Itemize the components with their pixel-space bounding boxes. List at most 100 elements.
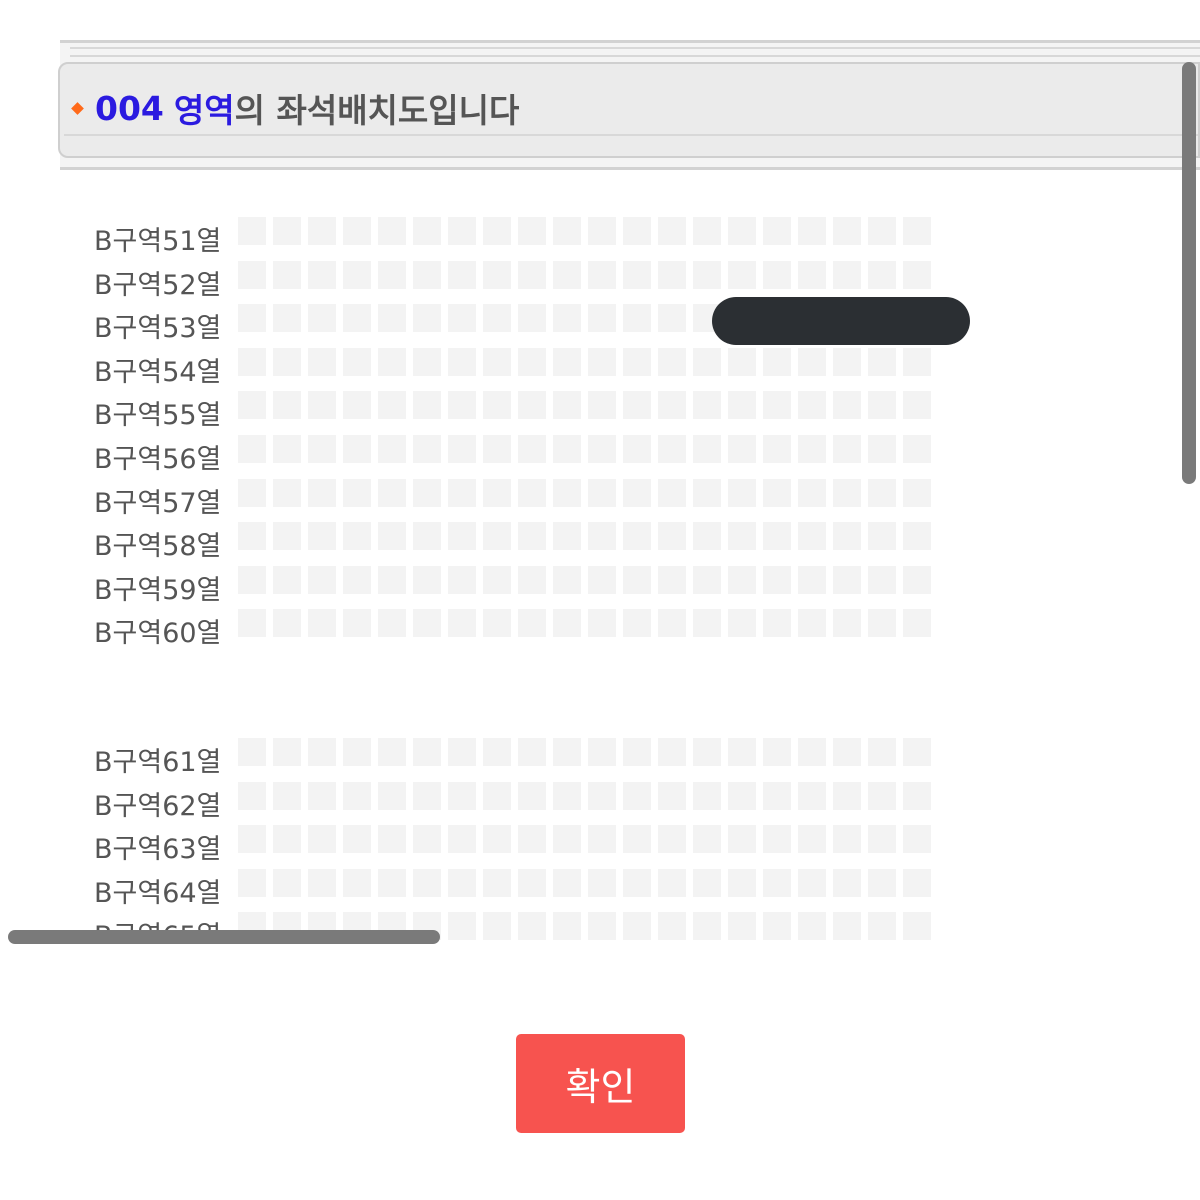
seat[interactable] [483, 391, 511, 419]
seat[interactable] [378, 435, 406, 463]
seat[interactable] [413, 217, 441, 245]
seat[interactable] [553, 782, 581, 810]
seat[interactable] [343, 479, 371, 507]
seat[interactable] [693, 348, 721, 376]
seat[interactable] [588, 304, 616, 332]
seat[interactable] [763, 479, 791, 507]
seat[interactable] [273, 522, 301, 550]
seat[interactable] [273, 782, 301, 810]
seat[interactable] [553, 912, 581, 940]
seat[interactable] [763, 522, 791, 550]
seat[interactable] [833, 825, 861, 853]
seat[interactable] [553, 217, 581, 245]
seat[interactable] [483, 912, 511, 940]
seat[interactable] [553, 609, 581, 637]
seat[interactable] [588, 435, 616, 463]
seat[interactable] [623, 738, 651, 766]
seat[interactable] [378, 348, 406, 376]
seat[interactable] [238, 869, 266, 897]
seat[interactable] [553, 261, 581, 289]
seat[interactable] [798, 912, 826, 940]
seat[interactable] [623, 435, 651, 463]
seat[interactable] [693, 479, 721, 507]
seat[interactable] [798, 479, 826, 507]
seat[interactable] [693, 738, 721, 766]
seat[interactable] [448, 261, 476, 289]
seat[interactable] [518, 391, 546, 419]
seat[interactable] [238, 782, 266, 810]
seat[interactable] [833, 522, 861, 550]
seat[interactable] [308, 566, 336, 594]
seat[interactable] [658, 479, 686, 507]
seat[interactable] [763, 869, 791, 897]
seat[interactable] [448, 304, 476, 332]
seat[interactable] [483, 738, 511, 766]
seat[interactable] [413, 566, 441, 594]
seat[interactable] [588, 912, 616, 940]
seat[interactable] [343, 566, 371, 594]
seat[interactable] [693, 869, 721, 897]
seat[interactable] [308, 522, 336, 550]
seat[interactable] [798, 738, 826, 766]
seat[interactable] [308, 348, 336, 376]
seat[interactable] [343, 825, 371, 853]
seat[interactable] [273, 609, 301, 637]
seat[interactable] [518, 435, 546, 463]
seat[interactable] [343, 304, 371, 332]
seat[interactable] [833, 869, 861, 897]
seat[interactable] [343, 609, 371, 637]
seat[interactable] [273, 435, 301, 463]
seat[interactable] [868, 738, 896, 766]
seat[interactable] [798, 261, 826, 289]
seat[interactable] [693, 609, 721, 637]
seat[interactable] [903, 348, 931, 376]
seat[interactable] [868, 435, 896, 463]
seat[interactable] [413, 435, 441, 463]
seat[interactable] [378, 522, 406, 550]
seat[interactable] [378, 261, 406, 289]
seat[interactable] [413, 869, 441, 897]
seat[interactable] [308, 782, 336, 810]
seat[interactable] [763, 435, 791, 463]
seat[interactable] [553, 391, 581, 419]
seat[interactable] [448, 435, 476, 463]
seat[interactable] [588, 391, 616, 419]
seat[interactable] [903, 479, 931, 507]
seat[interactable] [588, 522, 616, 550]
seat[interactable] [273, 479, 301, 507]
seat[interactable] [413, 609, 441, 637]
seat[interactable] [728, 782, 756, 810]
seat[interactable] [658, 391, 686, 419]
seat[interactable] [798, 391, 826, 419]
seat[interactable] [833, 261, 861, 289]
seat[interactable] [308, 217, 336, 245]
seat[interactable] [483, 217, 511, 245]
seat[interactable] [798, 566, 826, 594]
seat[interactable] [798, 435, 826, 463]
seat[interactable] [343, 738, 371, 766]
seat[interactable] [728, 217, 756, 245]
seat[interactable] [868, 217, 896, 245]
seat[interactable] [658, 869, 686, 897]
seat[interactable] [903, 522, 931, 550]
seat[interactable] [868, 825, 896, 853]
seat[interactable] [903, 435, 931, 463]
seat[interactable] [763, 609, 791, 637]
seat[interactable] [553, 869, 581, 897]
seat[interactable] [658, 912, 686, 940]
seat[interactable] [658, 825, 686, 853]
seat[interactable] [518, 609, 546, 637]
seat[interactable] [903, 869, 931, 897]
seat[interactable] [903, 912, 931, 940]
seat[interactable] [868, 912, 896, 940]
seat[interactable] [448, 522, 476, 550]
seat[interactable] [623, 479, 651, 507]
seat[interactable] [518, 304, 546, 332]
seat[interactable] [693, 912, 721, 940]
seat[interactable] [483, 782, 511, 810]
seat[interactable] [553, 825, 581, 853]
seat[interactable] [798, 782, 826, 810]
seat[interactable] [308, 261, 336, 289]
seat[interactable] [728, 738, 756, 766]
seat[interactable] [378, 304, 406, 332]
